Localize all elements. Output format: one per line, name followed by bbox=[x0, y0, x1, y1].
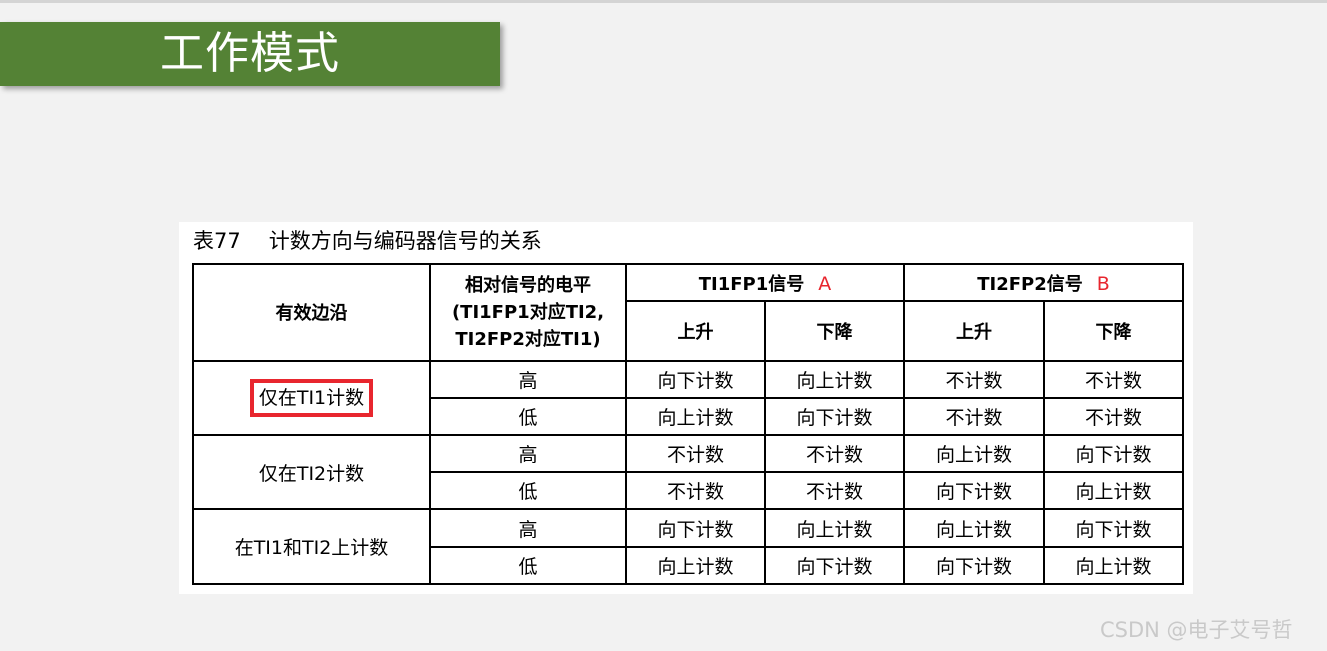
ti2-rise-cell: 不计数 bbox=[903, 359, 1046, 399]
table-row: 仅在TI2计数 高 不计数 不计数 向上计数 向下计数 bbox=[192, 434, 1185, 511]
signal-a-marker: A bbox=[818, 272, 832, 295]
ti1-fall-cell: 向上计数 bbox=[763, 508, 906, 548]
ti1-rise-cell: 向下计数 bbox=[625, 508, 766, 548]
header-ti2-fall: 下降 bbox=[1043, 300, 1185, 362]
level-cell: 高 bbox=[429, 359, 627, 399]
edge-cell: 在TI1和TI2上计数 bbox=[192, 508, 431, 585]
ti2-fall-cell: 向下计数 bbox=[1043, 434, 1185, 474]
header-level-line: 相对信号的电平 bbox=[465, 274, 591, 296]
table-row: 在TI1和TI2上计数 高 向下计数 向上计数 向上计数 向下计数 bbox=[192, 508, 1185, 585]
table-number: 表77 bbox=[193, 229, 241, 253]
ti2-rise-cell: 向下计数 bbox=[903, 471, 1046, 511]
ti1-fall-cell: 向下计数 bbox=[763, 545, 906, 586]
ti2-fall-cell: 不计数 bbox=[1043, 359, 1185, 399]
header-level-line: (TI1FP1对应TI2, bbox=[451, 301, 605, 323]
header-ti1fp1-label: TI1FP1信号 bbox=[698, 273, 805, 295]
ti2-fall-cell: 向上计数 bbox=[1043, 545, 1185, 586]
table-figure: 表77 计数方向与编码器信号的关系 有效边沿 相对信号的电平 (TI1FP1对应T… bbox=[179, 222, 1193, 594]
ti1-rise-cell: 不计数 bbox=[625, 434, 766, 474]
level-cell: 低 bbox=[429, 396, 627, 437]
ti1-rise-cell: 向下计数 bbox=[625, 359, 766, 399]
ti2-fall-cell: 向上计数 bbox=[1043, 471, 1185, 511]
ti2-fall-cell: 向下计数 bbox=[1043, 508, 1185, 548]
slide-title: 工作模式 bbox=[160, 28, 340, 79]
level-cell: 高 bbox=[429, 434, 627, 474]
header-ti1-rise: 上升 bbox=[625, 300, 766, 362]
ti1-fall-cell: 向下计数 bbox=[763, 396, 906, 437]
ti2-rise-cell: 向上计数 bbox=[903, 434, 1046, 474]
header-edge: 有效边沿 bbox=[192, 263, 431, 362]
ti2-rise-cell: 向上计数 bbox=[903, 508, 1046, 548]
slide-title-banner: 工作模式 bbox=[0, 22, 500, 86]
header-ti2fp2: TI2FP2信号 B bbox=[903, 262, 1185, 303]
header-level: 相对信号的电平 (TI1FP1对应TI2, TI2FP2对应TI1) bbox=[429, 263, 627, 362]
header-ti2-rise: 上升 bbox=[903, 300, 1046, 362]
highlight-box: 仅在TI1计数 bbox=[249, 378, 374, 417]
ti1-rise-cell: 向上计数 bbox=[625, 396, 766, 437]
header-ti1-fall: 下降 bbox=[763, 300, 906, 362]
table-row: 仅在TI1计数 高 向下计数 向上计数 不计数 不计数 bbox=[192, 359, 1185, 437]
edge-cell: 仅在TI1计数 bbox=[192, 359, 431, 437]
ti1-rise-cell: 向上计数 bbox=[625, 545, 766, 586]
table-caption: 表77 计数方向与编码器信号的关系 bbox=[193, 226, 542, 256]
ti2-rise-cell: 不计数 bbox=[903, 396, 1046, 437]
ti1-fall-cell: 不计数 bbox=[763, 434, 906, 474]
header-ti1fp1: TI1FP1信号 A bbox=[624, 262, 906, 303]
ti1-fall-cell: 不计数 bbox=[763, 471, 906, 511]
top-divider bbox=[0, 0, 1327, 3]
table-header-row: 有效边沿 相对信号的电平 (TI1FP1对应TI2, TI2FP2对应TI1) … bbox=[192, 262, 1185, 362]
level-cell: 低 bbox=[429, 471, 627, 511]
ti2-fall-cell: 不计数 bbox=[1043, 396, 1185, 437]
signal-b-marker: B bbox=[1096, 272, 1110, 295]
csdn-watermark: CSDN @电子艾号哲 bbox=[1100, 618, 1293, 642]
level-cell: 低 bbox=[429, 545, 627, 586]
ti1-fall-cell: 向上计数 bbox=[763, 359, 906, 399]
table-caption-text: 计数方向与编码器信号的关系 bbox=[268, 229, 542, 253]
ti2-rise-cell: 向下计数 bbox=[903, 545, 1046, 586]
header-level-line: TI2FP2对应TI1) bbox=[455, 328, 601, 350]
level-cell: 高 bbox=[429, 508, 627, 548]
encoder-direction-table: 有效边沿 相对信号的电平 (TI1FP1对应TI2, TI2FP2对应TI1) … bbox=[192, 262, 1185, 586]
ti1-rise-cell: 不计数 bbox=[625, 471, 766, 511]
header-ti2fp2-label: TI2FP2信号 bbox=[977, 273, 1083, 295]
edge-cell: 仅在TI2计数 bbox=[192, 434, 431, 511]
